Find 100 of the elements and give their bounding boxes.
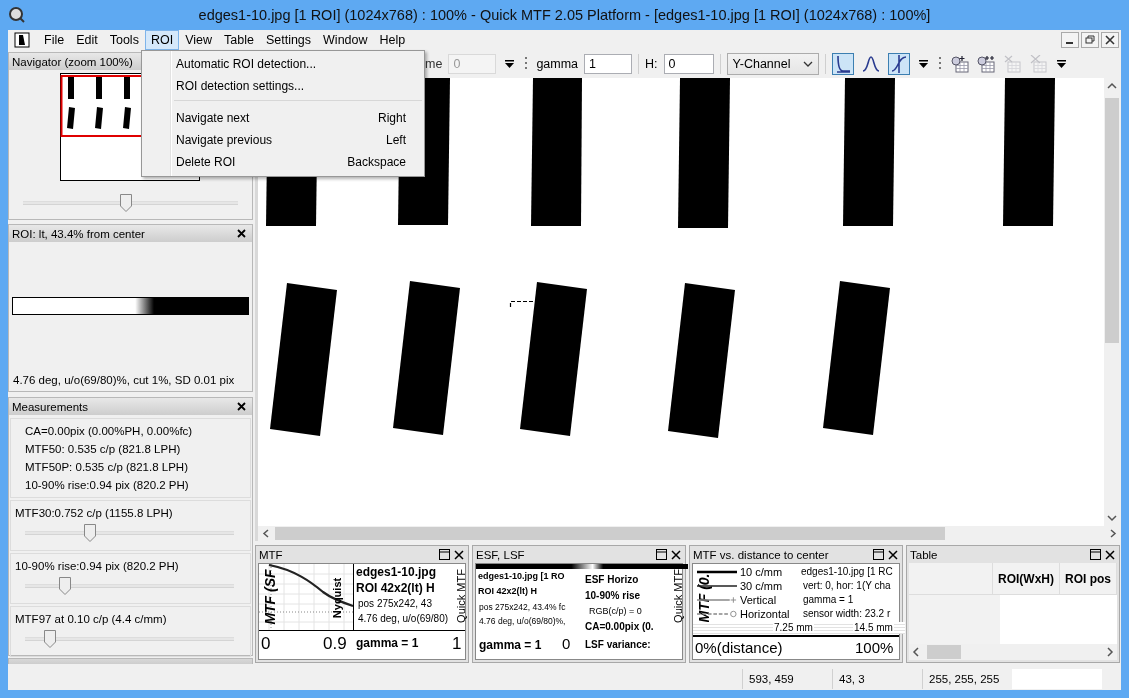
measurement-text: MTF50P: 0.535 c/p (821.8 LPH) — [25, 460, 189, 474]
legend-line-icon — [697, 568, 737, 576]
plot-text: pos 275x242, 43 — [358, 598, 432, 609]
menu-item[interactable]: Automatic ROI detection... — [144, 53, 422, 75]
side-label: Quick MTF — [671, 569, 684, 623]
slider-label: MTF97 at 0.10 c/p (4.4 c/mm) — [15, 613, 168, 625]
column-header[interactable]: ROI(WxH) — [993, 563, 1060, 594]
table-add-icon[interactable] — [949, 55, 970, 73]
overflow-arrow-icon[interactable] — [505, 60, 515, 68]
panel-title: MTF vs. distance to center — [693, 548, 829, 561]
plot-text: gamma = 1 — [479, 638, 542, 652]
close-icon[interactable] — [888, 549, 898, 560]
overflow-arrow-icon[interactable] — [918, 60, 928, 68]
axis-tick: 0%(distance) — [695, 639, 783, 656]
menu-item[interactable]: Navigate next Right — [144, 107, 422, 129]
axis-label: MTF (0. — [695, 573, 712, 623]
menu-item[interactable]: Navigate previous Left — [144, 129, 422, 151]
plot-text: pos 275x242, 43.4% fc — [479, 602, 566, 612]
menu-item[interactable]: Help — [373, 30, 412, 50]
menu-item[interactable]: View — [179, 30, 218, 50]
plot-text: edges1-10.jpg — [356, 565, 437, 579]
axis-tick: 1 — [452, 634, 462, 654]
grip-icon — [525, 57, 529, 71]
panel-title: ESF, LSF — [476, 548, 525, 561]
float-icon[interactable] — [1090, 549, 1101, 560]
plot-text: RGB(c/p) = 0 — [589, 606, 642, 616]
slider-thumb[interactable] — [83, 524, 96, 542]
plot-text: gamma = 1 — [356, 636, 419, 650]
slider-label: MTF30:0.752 c/p (1155.8 LPH) — [15, 507, 174, 519]
menu-item[interactable]: Tools — [103, 30, 145, 50]
table-add-multiple-icon[interactable] — [975, 55, 996, 73]
plot-text: gamma = 1 — [803, 594, 854, 605]
close-icon[interactable] — [237, 402, 246, 411]
document-icon[interactable] — [14, 32, 30, 48]
menu-item[interactable]: ROI — [144, 30, 180, 50]
roi-info: 4.76 deg, u/o(69/80)%, cut 1%, SD 0.01 pix — [13, 374, 235, 386]
status-text: 593, 459 — [742, 669, 832, 689]
status-text: 43, 3 — [832, 669, 922, 689]
axis-tick: 14.5 mm — [853, 622, 894, 633]
slider-thumb[interactable] — [120, 194, 133, 212]
menu-item[interactable]: ROI detection settings... — [144, 75, 422, 97]
plot-text: CA=0.00pix (0. — [585, 621, 654, 632]
menu-item[interactable]: File — [38, 30, 71, 50]
axis-tick: 0.9 — [323, 634, 347, 654]
minimize-icon[interactable] — [1061, 32, 1079, 48]
legend-label: 30 c/mm — [740, 580, 783, 592]
gamma-field[interactable]: 1 — [584, 54, 633, 74]
axis-tick: 0 — [261, 634, 271, 654]
scrollbar-thumb[interactable] — [927, 645, 961, 659]
measurement-text: MTF50: 0.535 c/p (821.8 LPH) — [25, 442, 182, 456]
axis-tick: 0 — [562, 635, 571, 652]
slider-thumb[interactable] — [44, 630, 57, 648]
overflow-arrow-icon[interactable] — [1056, 60, 1066, 68]
axis-tick: 100% — [855, 639, 894, 656]
measurement-text: CA=0.00pix (0.00%PH, 0.00%fc) — [25, 424, 194, 438]
slider-label: 10-90% rise:0.94 pix (820.2 PH) — [15, 560, 180, 572]
scrollbar-thumb[interactable] — [1105, 98, 1119, 343]
caret-icon — [802, 61, 813, 67]
frame-label: me — [425, 57, 443, 71]
menu-item[interactable]: Window — [317, 30, 374, 50]
close-icon[interactable] — [454, 549, 464, 560]
plot-text: vert: 0, hor: 1(Y cha — [803, 580, 891, 591]
axis-label: MTF (SF — [261, 569, 278, 625]
falling-curve-button[interactable] — [831, 53, 854, 75]
plot-text: ROI 42x2(lt) H — [356, 581, 435, 595]
h-field[interactable]: 0 — [663, 54, 714, 74]
h-label: H: — [645, 57, 658, 71]
close-icon[interactable] — [1101, 32, 1119, 48]
slider-thumb[interactable] — [58, 577, 71, 595]
menu-item[interactable]: Settings — [259, 30, 318, 50]
plot-text: LSF variance: — [585, 639, 651, 650]
panel-title: Table — [910, 548, 938, 561]
measurement-text: 10-90% rise:0.94 pix (820.2 PH) — [25, 478, 190, 492]
side-label: Quick MTF — [454, 569, 467, 623]
panel-title: Navigator (zoom 100%) — [12, 55, 133, 68]
float-icon[interactable] — [656, 549, 667, 560]
legend-label: Horizontal — [740, 608, 790, 620]
grip-icon — [938, 57, 942, 71]
s-curve-button[interactable] — [887, 53, 910, 75]
panel-title: Measurements — [12, 400, 89, 413]
channel-select[interactable]: Y-Channel — [726, 53, 819, 75]
scrollbar-thumb[interactable] — [275, 527, 945, 540]
restore-icon[interactable] — [1081, 32, 1099, 48]
plot-text: ROI 42x2(lt) H — [478, 586, 537, 596]
axis-tick: 7.25 mm — [773, 622, 814, 633]
close-icon[interactable] — [671, 549, 681, 560]
float-icon[interactable] — [439, 549, 450, 560]
app-icon — [8, 6, 26, 24]
menu-item[interactable]: Table — [218, 30, 260, 50]
column-header[interactable]: ROI pos — [1060, 563, 1117, 594]
plot-text: sensor width: 23.2 r — [803, 608, 891, 619]
plot-text: edges1-10.jpg [1 RO — [478, 571, 565, 581]
menu-item[interactable]: Edit — [70, 30, 104, 50]
plot-text: edges1-10.jpg [1 RC — [801, 566, 893, 577]
close-icon[interactable] — [1105, 549, 1115, 560]
menu-item[interactable]: Delete ROI Backspace — [144, 151, 422, 173]
nyquist-label: Nyquist — [331, 577, 344, 619]
float-icon[interactable] — [873, 549, 884, 560]
plot-text: 4.76 deg, u/o(69/80)%, — [479, 616, 566, 626]
close-icon[interactable] — [237, 229, 246, 238]
